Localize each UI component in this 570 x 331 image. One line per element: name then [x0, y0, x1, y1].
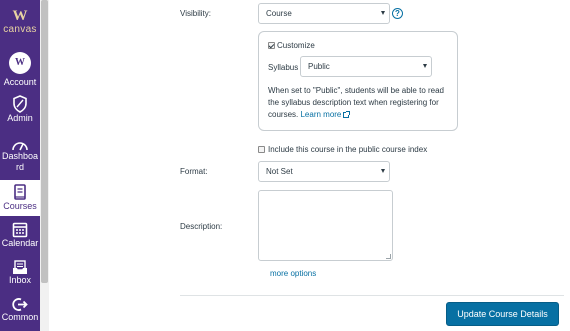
nav-item-label: Account [3, 77, 37, 87]
nav-item-label: Courses [3, 201, 37, 211]
logo-text: canvas [3, 24, 37, 35]
calendar-icon [12, 222, 28, 238]
syllabus-help-text: When set to "Public", students will be a… [268, 85, 448, 121]
visibility-select[interactable]: Course [258, 3, 390, 24]
more-options-link[interactable]: more options [270, 269, 316, 278]
help-icon[interactable]: ? [392, 8, 403, 19]
nav-item-calendar[interactable]: Calendar [0, 221, 40, 253]
description-label: Description: [180, 222, 223, 231]
nav-item-commons[interactable]: Common [0, 297, 40, 329]
nav-item-label: Inbox [8, 275, 32, 285]
form-divider [180, 295, 564, 296]
description-textarea[interactable] [258, 190, 393, 261]
share-arrow-icon [12, 298, 28, 311]
nav-item-label: Dashboa rd [1, 151, 39, 172]
public-index-label: Include this course in the public course… [268, 145, 428, 154]
chevron-down-icon [381, 11, 385, 15]
customize-checkbox[interactable] [268, 42, 275, 49]
canvas-logo[interactable]: W canvas [0, 8, 40, 36]
public-index-checkbox[interactable] [258, 146, 265, 153]
nav-item-inbox[interactable]: Inbox [0, 260, 40, 290]
nav-item-label: Calendar [1, 238, 39, 248]
inbox-icon [13, 260, 27, 274]
syllabus-visibility-value: Public [308, 62, 330, 71]
customize-label: Customize [277, 41, 315, 50]
visibility-value: Course [266, 9, 292, 18]
avatar-initial: W [15, 57, 25, 68]
format-label: Format: [180, 167, 208, 176]
learn-more-label: Learn more [300, 110, 342, 119]
format-value: Not Set [266, 167, 293, 176]
global-nav: W canvas W Account Admin Dashboa rd Cour… [0, 0, 40, 331]
resize-grip-icon[interactable] [386, 254, 391, 259]
visibility-label: Visibility: [180, 9, 211, 18]
user-avatar: W [9, 52, 31, 74]
nav-item-account[interactable]: W Account [0, 52, 40, 90]
update-course-details-button[interactable]: Update Course Details [446, 302, 559, 326]
speedometer-icon [12, 142, 28, 151]
shield-icon [13, 95, 27, 113]
format-select[interactable]: Not Set [258, 161, 390, 182]
chevron-down-icon [381, 169, 385, 173]
external-link-icon [343, 111, 351, 118]
learn-more-link[interactable]: Learn more [300, 110, 351, 119]
nav-item-courses[interactable]: Courses [0, 180, 40, 216]
page-scrollbar-thumb[interactable] [41, 0, 48, 283]
logo-mark: W [12, 8, 28, 24]
nav-item-admin[interactable]: Admin [0, 95, 40, 129]
syllabus-label: Syllabus [268, 63, 299, 72]
book-icon [14, 184, 26, 200]
syllabus-visibility-select[interactable]: Public [300, 56, 432, 77]
nav-item-label: Common [1, 312, 39, 322]
nav-item-label: Admin [7, 113, 33, 123]
syllabus-help-description: When set to "Public", students will be a… [268, 86, 444, 119]
nav-item-dashboard[interactable]: Dashboa rd [0, 138, 40, 180]
chevron-down-icon [423, 64, 427, 68]
